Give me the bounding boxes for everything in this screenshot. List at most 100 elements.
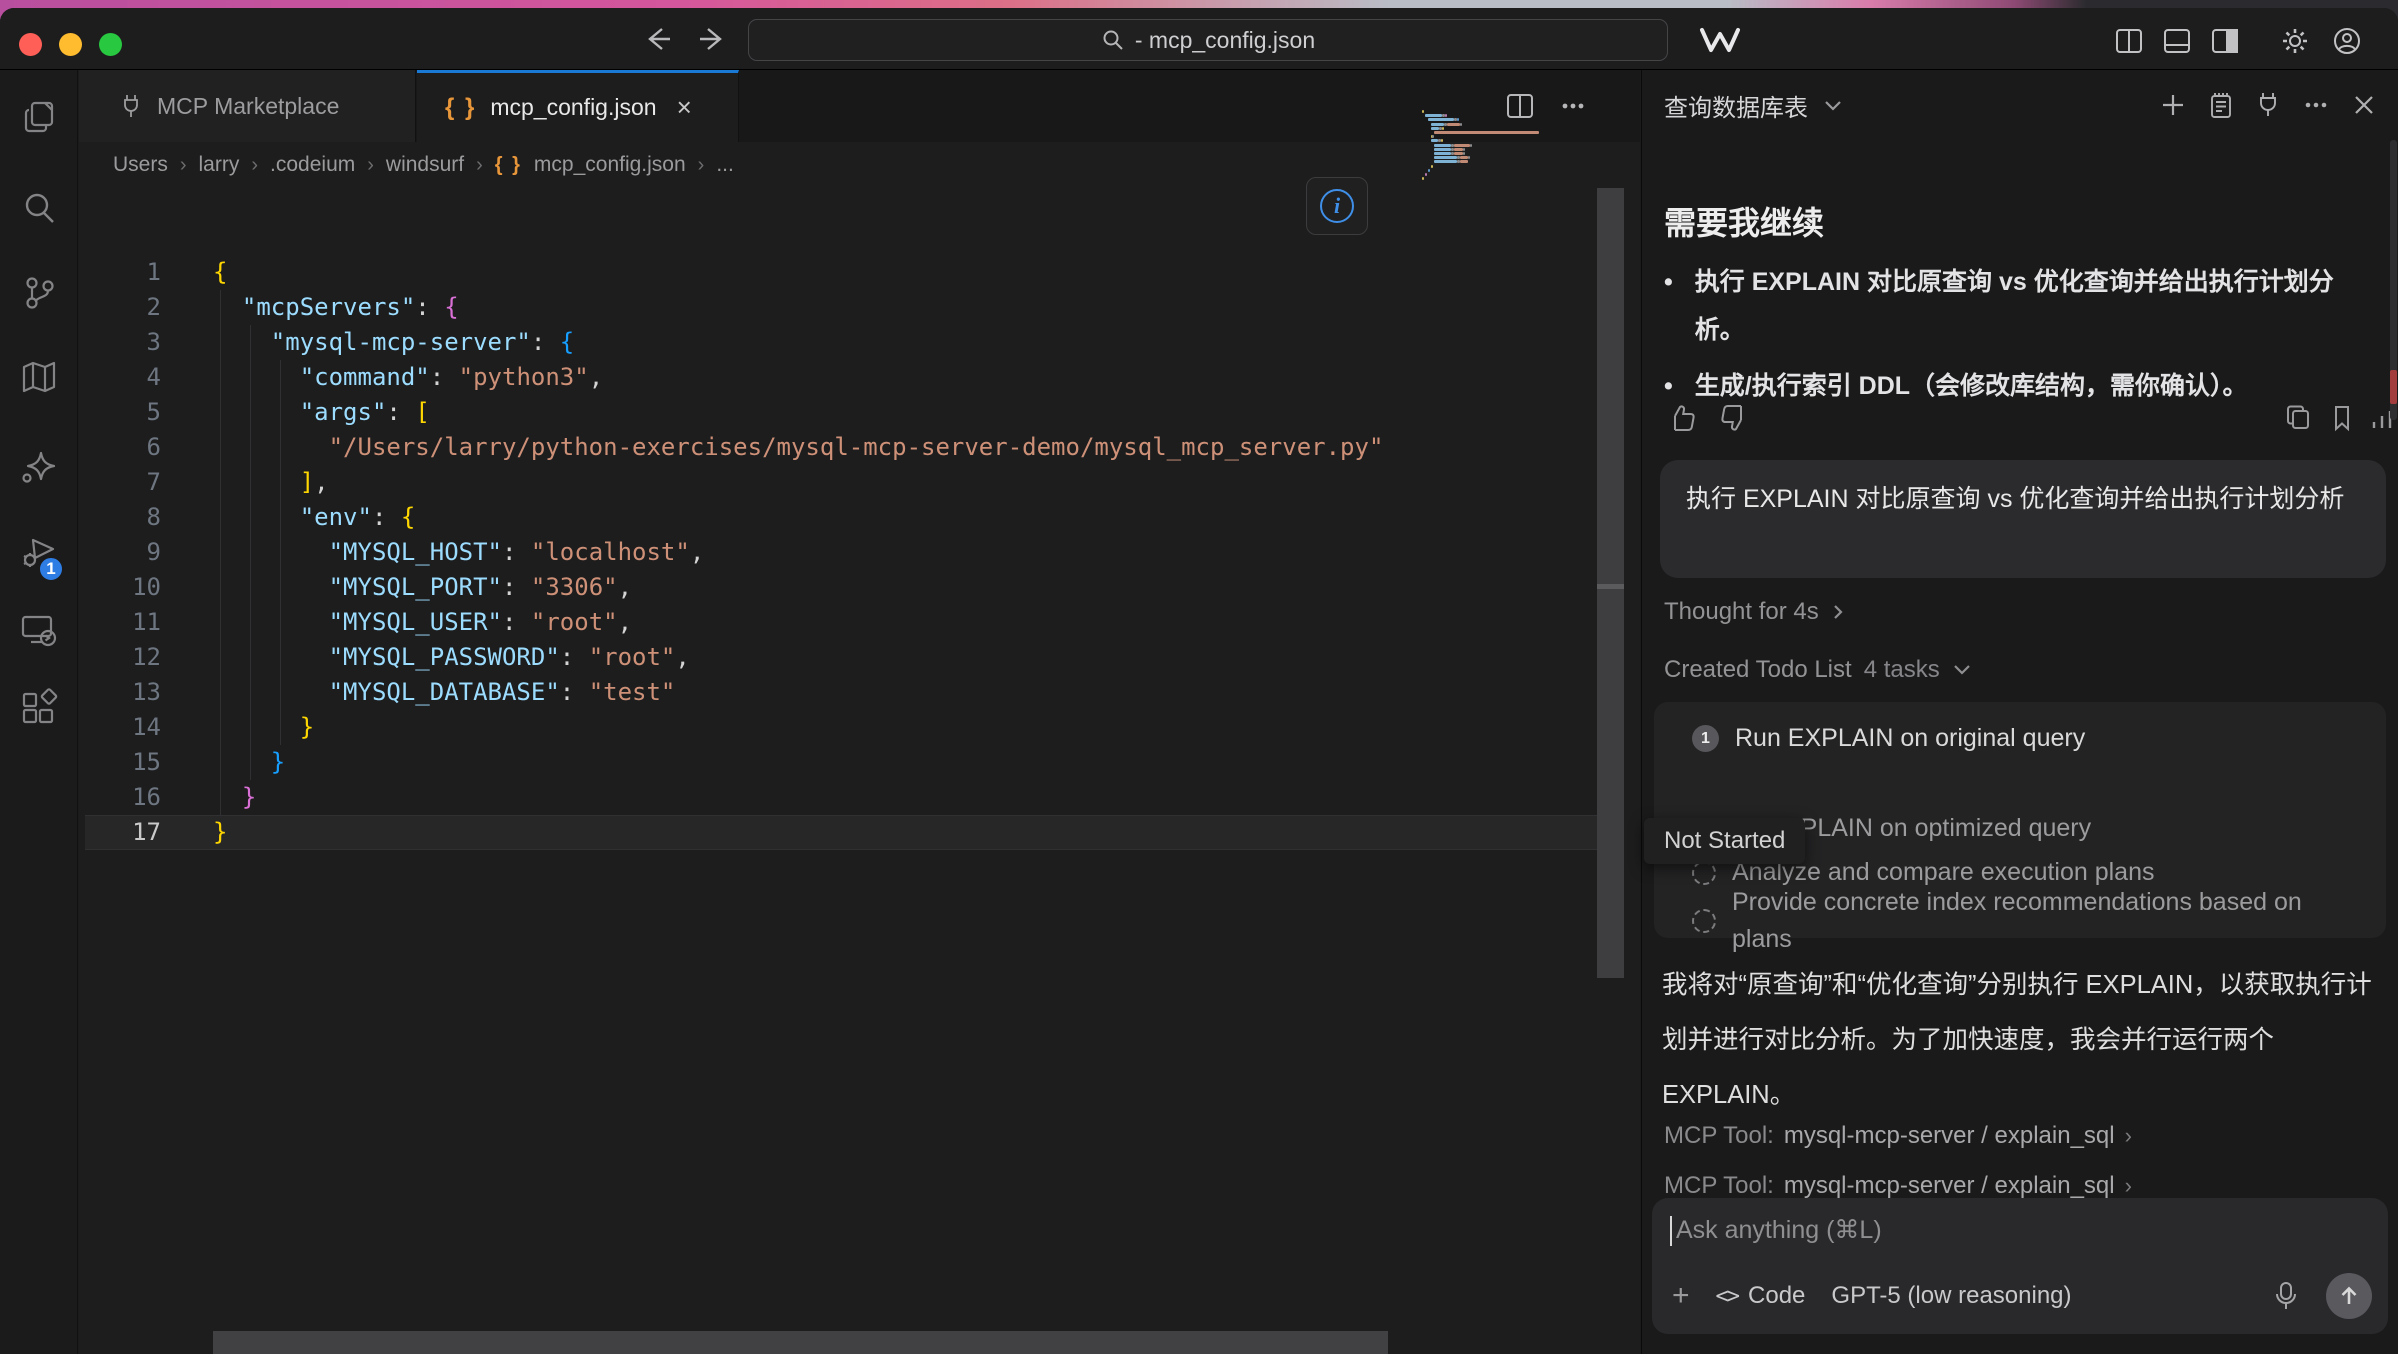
code-line[interactable]: }: [213, 780, 256, 815]
search-sidebar-icon[interactable]: [19, 188, 59, 228]
microphone-icon[interactable]: [2272, 1280, 2300, 1312]
close-panel-icon[interactable]: [2349, 90, 2379, 120]
cascade-sparkle-icon[interactable]: [19, 449, 59, 489]
code-line[interactable]: }: [213, 745, 285, 780]
settings-gear-icon[interactable]: [2280, 27, 2310, 55]
code-line[interactable]: "args": [: [213, 395, 430, 430]
mcp-plug-icon[interactable]: [2253, 90, 2283, 120]
more-actions-icon[interactable]: [2301, 90, 2331, 120]
line-number: 5: [79, 395, 161, 430]
model-selector[interactable]: GPT-5 (low reasoning): [1831, 1282, 2071, 1310]
breadcrumb-more[interactable]: ...: [716, 153, 734, 177]
source-control-icon[interactable]: [19, 273, 59, 313]
attach-plus-icon[interactable]: +: [1672, 1279, 1690, 1313]
conversation-title-text: 查询数据库表: [1664, 88, 1808, 123]
code-line[interactable]: "MYSQL_HOST": "localhost",: [213, 535, 704, 570]
assistant-bullet: •执行 EXPLAIN 对比原查询 vs 优化查询并给出执行计划分析。: [1664, 258, 2376, 354]
code-line[interactable]: "command": "python3",: [213, 360, 603, 395]
todo-list-icon[interactable]: [2206, 90, 2236, 120]
mcp-tool-row[interactable]: MCP Tool:mysql-mcp-server / explain_sql›: [1664, 1172, 2132, 1200]
bullet-dot: •: [1664, 258, 1673, 354]
info-button[interactable]: i: [1306, 177, 1368, 235]
chevron-right-icon: [1831, 602, 1845, 622]
code-line[interactable]: }: [213, 710, 314, 745]
thought-row[interactable]: Thought for 4s: [1664, 598, 1845, 626]
code-line[interactable]: "MYSQL_DATABASE": "test": [213, 675, 675, 710]
remote-explorer-icon[interactable]: [19, 610, 59, 650]
minimize-window-button[interactable]: [59, 33, 82, 56]
tab-close-icon[interactable]: ×: [677, 92, 692, 123]
new-conversation-icon[interactable]: [2158, 90, 2188, 120]
chevron-right-icon: ›: [2125, 1123, 2132, 1149]
code-line[interactable]: }: [213, 815, 227, 850]
breadcrumb[interactable]: Users›larry›.codeium›windsurf›{ }mcp_con…: [113, 142, 734, 188]
command-center-search[interactable]: - mcp_config.json: [748, 19, 1668, 61]
back-arrow-icon[interactable]: [640, 24, 674, 54]
json-braces-icon: { }: [495, 154, 522, 177]
layout-panel-icon[interactable]: [2162, 27, 2192, 55]
mcp-tool-row[interactable]: MCP Tool:mysql-mcp-server / explain_sql›: [1664, 1122, 2132, 1150]
conversation-title[interactable]: 查询数据库表: [1664, 88, 1844, 123]
breadcrumb-separator: ›: [180, 154, 187, 177]
split-columns-icon[interactable]: [2114, 27, 2144, 55]
code-line[interactable]: "MYSQL_PASSWORD": "root",: [213, 640, 690, 675]
line-number: 15: [79, 745, 161, 780]
todo-item[interactable]: 1Run EXPLAIN on original query: [1692, 724, 2085, 753]
thought-label: Thought for 4s: [1664, 598, 1819, 626]
thumbs-up-icon[interactable]: [1666, 402, 1698, 434]
send-arrow-icon: [2337, 1284, 2361, 1308]
minimap[interactable]: [1422, 110, 1592, 200]
breadcrumb-item[interactable]: windsurf: [386, 153, 464, 177]
todo-list-header[interactable]: Created Todo List 4 tasks: [1664, 656, 1972, 684]
assistant-paragraph: 我将对“原查询”和“优化查询”分别执行 EXPLAIN，以获取执行计划并进行对比…: [1662, 958, 2388, 1123]
account-icon[interactable]: [2332, 27, 2362, 55]
todo-item[interactable]: Provide concrete index recommendations b…: [1692, 884, 2352, 958]
line-number: 4: [79, 360, 161, 395]
tab-mcp-marketplace[interactable]: MCP Marketplace: [79, 70, 416, 142]
current-line-highlight: [85, 815, 1622, 850]
minimap-line: [1454, 152, 1463, 155]
code-line[interactable]: "MYSQL_USER": "root",: [213, 605, 632, 640]
mode-selector[interactable]: <>Code: [1716, 1282, 1806, 1310]
editor-horizontal-scrollbar[interactable]: [213, 1331, 1388, 1354]
forward-arrow-icon[interactable]: [696, 24, 730, 54]
code-line[interactable]: ],: [213, 465, 329, 500]
bookmark-icon[interactable]: [2326, 402, 2358, 434]
todo-item[interactable]: XPLAIN on optimized query: [1784, 814, 2091, 843]
code-line[interactable]: "mcpServers": {: [213, 290, 459, 325]
code-line[interactable]: "/Users/larry/python-exercises/mysql-mcp…: [213, 430, 1383, 465]
input-toolbar: + <>Code GPT-5 (low reasoning): [1672, 1274, 2372, 1318]
extensions-icon[interactable]: [19, 688, 59, 728]
code-line[interactable]: "env": {: [213, 500, 415, 535]
breadcrumb-file[interactable]: mcp_config.json: [534, 153, 686, 177]
code-line[interactable]: "mysql-mcp-server": {: [213, 325, 574, 360]
todo-text: Provide concrete index recommendations b…: [1732, 884, 2352, 958]
maximize-window-button[interactable]: [99, 33, 122, 56]
code-line[interactable]: {: [213, 255, 227, 290]
copy-icon[interactable]: [2282, 402, 2314, 434]
minimap-line: [1425, 173, 1427, 176]
explorer-icon[interactable]: [19, 97, 59, 137]
code-line[interactable]: "MYSQL_PORT": "3306",: [213, 570, 632, 605]
close-window-button[interactable]: [19, 33, 42, 56]
minimap-line: [1442, 127, 1444, 130]
code-editor[interactable]: 1{2 "mcpServers": {3 "mysql-mcp-server":…: [79, 188, 1640, 1354]
tab-mcp-config-json[interactable]: { } mcp_config.json ×: [417, 70, 739, 142]
map-marketplace-icon[interactable]: [19, 357, 59, 397]
chat-input[interactable]: Ask anything (⌘L) + <>Code GPT-5 (low re…: [1652, 1198, 2388, 1334]
activity-bar: 1: [0, 70, 78, 1354]
minimap-line: [1468, 156, 1470, 159]
send-button[interactable]: [2326, 1273, 2372, 1319]
mcp-tool-label: MCP Tool:: [1664, 1172, 1774, 1200]
breadcrumb-item[interactable]: larry: [199, 153, 240, 177]
minimap-line: [1434, 148, 1451, 151]
search-value: - mcp_config.json: [1135, 27, 1315, 54]
thumbs-down-icon[interactable]: [1718, 402, 1750, 434]
minimap-line: [1434, 160, 1457, 163]
tab-label: MCP Marketplace: [157, 93, 339, 120]
breadcrumb-item[interactable]: Users: [113, 153, 168, 177]
breadcrumb-item[interactable]: .codeium: [270, 153, 355, 177]
editor-vertical-scrollbar[interactable]: [1597, 188, 1624, 978]
layout-sidebar-right-icon[interactable]: [2210, 27, 2240, 55]
minimap-line: [1445, 114, 1447, 117]
